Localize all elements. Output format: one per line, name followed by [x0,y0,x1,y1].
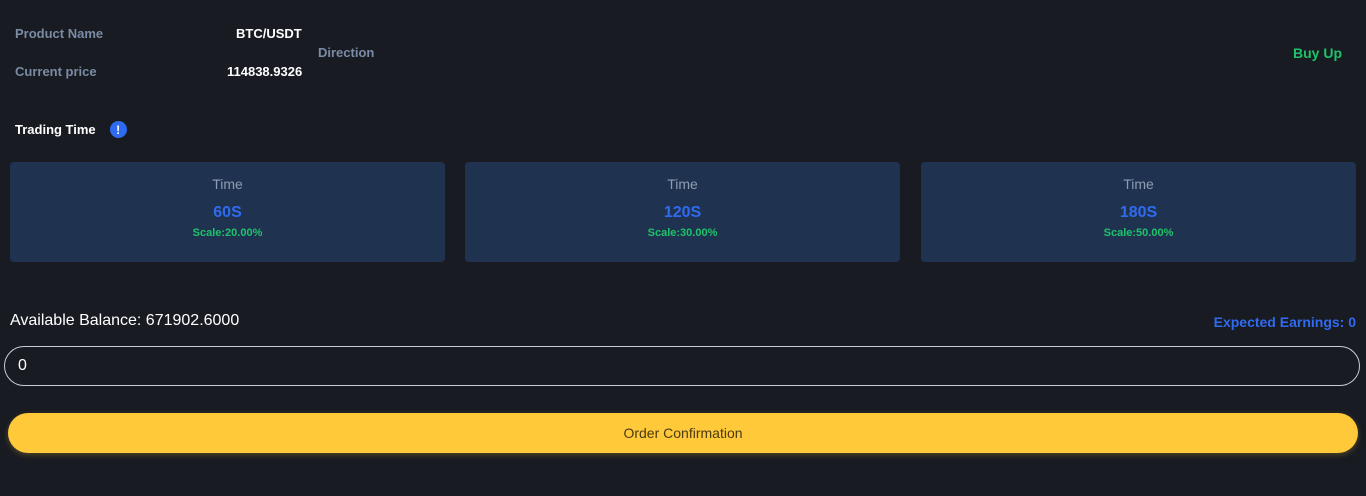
time-option-value: 120S [663,204,702,221]
expected-earnings: Expected Earnings: 0 [1213,314,1356,330]
product-name-label: Product Name [15,26,104,41]
time-option-value: 60S [213,204,242,221]
time-option-label: Time [212,176,243,192]
time-option-label: Time [1123,176,1154,192]
direction-label: Direction [318,45,375,60]
time-option-value: 180S [1119,204,1158,221]
time-option-120s[interactable]: Time 120S Scale:30.00% [465,162,900,262]
order-confirmation-button[interactable]: Order Confirmation [8,413,1358,453]
available-balance: Available Balance: 671902.6000 [10,312,240,329]
info-icon[interactable]: ! [109,121,127,138]
time-option-scale: Scale:50.00% [1103,227,1174,239]
product-name-value: BTC/USDT [236,26,302,41]
direction-value: Buy Up [1293,45,1342,61]
amount-input[interactable] [4,346,1360,386]
time-option-scale: Scale:30.00% [647,227,718,239]
current-price-label: Current price [15,64,97,79]
time-option-scale: Scale:20.00% [192,227,263,239]
trading-time-label: Trading Time [15,122,96,137]
current-price-value: 114838.9326 [227,64,303,79]
time-option-60s[interactable]: Time 60S Scale:20.00% [10,162,445,262]
time-option-180s[interactable]: Time 180S Scale:50.00% [921,162,1356,262]
time-option-label: Time [667,176,698,192]
trading-time-header: Trading Time ! [15,121,127,138]
